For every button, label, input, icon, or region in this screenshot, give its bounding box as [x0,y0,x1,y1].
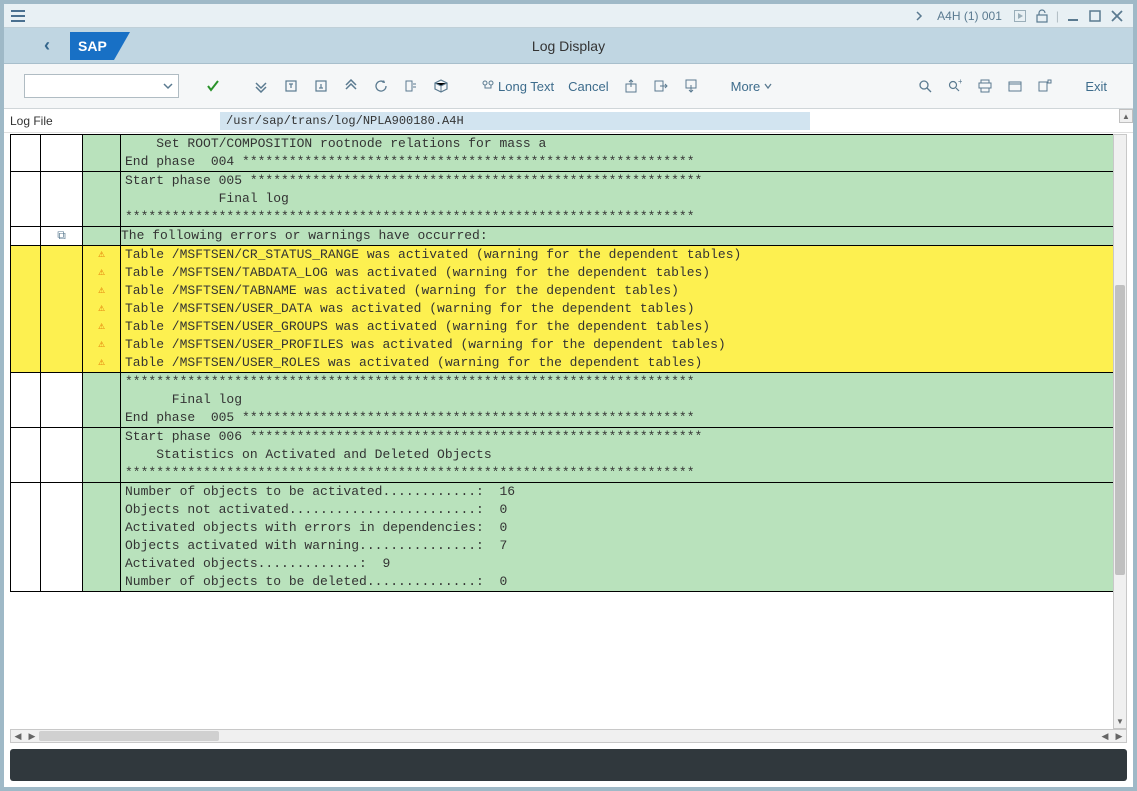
hscroll-thumb[interactable] [39,731,219,741]
log-line: End phase 005 **************************… [121,409,1114,427]
log-line: Activated objects with errors in depende… [121,519,1114,537]
long-text-label: Long Text [498,79,554,94]
svg-text:+: + [958,79,962,86]
lock-open-icon[interactable] [1034,8,1050,24]
horizontal-scrollbar[interactable]: ◀ ▶ ◀ ▶ [10,729,1127,743]
chevron-right-icon[interactable] [911,8,927,24]
minimize-icon[interactable] [1065,8,1081,24]
other-log-icon[interactable] [397,72,425,100]
log-file-value: /usr/sap/trans/log/NPLA900180.A4H [220,112,810,130]
collapse-toggle-icon[interactable]: ⧉ [57,229,66,243]
status-bar [10,749,1127,781]
log-block-start-phase-6: Start phase 006 ************************… [11,428,1115,483]
scroll-right-small-icon[interactable]: ▶ [25,731,39,742]
log-block-end-phase-5: ****************************************… [11,373,1115,428]
log-block-errors-warnings-header: ⧉ The following errors or warnings have … [11,227,1115,246]
log-line: Objects not activated...................… [121,501,1114,519]
export-right-icon[interactable] [647,72,675,100]
log-line: End phase 004 **************************… [121,153,1114,171]
vertical-scrollbar[interactable]: ▼ [1113,134,1127,729]
log-block-statistics: Number of objects to be activated.......… [11,483,1115,592]
refresh-icon[interactable] [367,72,395,100]
new-window-icon[interactable] [1001,72,1029,100]
log-line: The following errors or warnings have oc… [121,228,488,243]
exit-button[interactable]: Exit [1079,72,1113,100]
log-line: Set ROOT/COMPOSITION rootnode relations … [121,135,1114,153]
warning-icon: ⚠ [98,264,105,282]
log-line: Table /MSFTSEN/TABNAME was activated (wa… [121,282,1114,300]
package-icon[interactable] [427,72,455,100]
command-field[interactable] [24,74,179,98]
log-line: ****************************************… [121,464,1114,482]
log-block-warnings: ⚠ ⚠ ⚠ ⚠ ⚠ ⚠ ⚠ Table /MSFTSEN/CR_STATUS_R… [11,246,1115,373]
warning-icon: ⚠ [98,318,105,336]
log-line: Table /MSFTSEN/USER_PROFILES was activat… [121,336,1114,354]
log-line: Final log [121,190,1114,208]
svg-text:SAP: SAP [78,38,107,54]
warning-icon: ⚠ [98,354,105,372]
warning-icon: ⚠ [98,246,105,264]
long-text-button[interactable]: Long Text [475,72,560,100]
log-block-end-phase-4: Set ROOT/COMPOSITION rootnode relations … [11,135,1115,172]
maximize-icon[interactable] [1087,8,1103,24]
log-content-area[interactable]: Set ROOT/COMPOSITION rootnode relations … [10,134,1127,729]
log-line: Table /MSFTSEN/USER_GROUPS was activated… [121,318,1114,336]
log-line: Table /MSFTSEN/USER_ROLES was activated … [121,354,1114,372]
sap-logo-icon: SAP [70,32,130,60]
export-up-icon[interactable] [617,72,645,100]
collapse-all-icon[interactable] [337,72,365,100]
expand-node-icon[interactable] [307,72,335,100]
scroll-left-end-icon[interactable]: ◀ [1098,731,1112,742]
log-line: ****************************************… [121,208,1114,226]
log-file-label: Log File [10,114,220,128]
more-label: More [731,79,761,94]
check-accept-icon[interactable] [199,72,227,100]
more-button[interactable]: More [725,72,780,100]
log-line: Statistics on Activated and Deleted Obje… [121,446,1114,464]
exit-label: Exit [1085,79,1107,94]
expand-all-icon[interactable] [247,72,275,100]
log-block-start-phase-5: Start phase 005 ************************… [11,172,1115,227]
warning-icon: ⚠ [98,282,105,300]
separator: | [1056,9,1059,23]
log-line: Objects activated with warning..........… [121,537,1114,555]
log-line: Number of objects to be deleted.........… [121,573,1114,591]
back-button[interactable]: ‹ [44,35,50,56]
menu-hamburger-icon[interactable] [6,4,30,28]
system-id-label: A4H (1) 001 [933,9,1006,23]
log-line: Final log [121,391,1114,409]
search-icon[interactable] [911,72,939,100]
play-box-icon[interactable] [1012,8,1028,24]
log-line: Activated objects.............: 9 [121,555,1114,573]
log-line: Table /MSFTSEN/USER_DATA was activated (… [121,300,1114,318]
cancel-label: Cancel [568,79,608,94]
scroll-down-icon[interactable]: ▼ [1114,714,1126,728]
search-next-icon[interactable]: + [941,72,969,100]
log-line: Number of objects to be activated.......… [121,483,1114,501]
log-line: ****************************************… [121,373,1114,391]
page-title: Log Display [532,38,605,54]
collapse-node-icon[interactable] [277,72,305,100]
log-line: Start phase 005 ************************… [121,172,1114,190]
print-icon[interactable] [971,72,999,100]
log-line: Table /MSFTSEN/TABDATA_LOG was activated… [121,264,1114,282]
close-icon[interactable] [1109,8,1125,24]
scroll-top-icon[interactable]: ▲ [1119,109,1133,123]
log-line: Table /MSFTSEN/CR_STATUS_RANGE was activ… [121,246,1114,264]
warning-icon: ⚠ [98,300,105,318]
export-down-icon[interactable] [677,72,705,100]
scroll-left-icon[interactable]: ◀ [11,731,25,742]
scroll-right-end-icon[interactable]: ▶ [1112,731,1126,742]
scrollbar-thumb[interactable] [1115,285,1125,575]
log-line: Start phase 006 ************************… [121,428,1114,446]
minimize-panel-icon[interactable] [1031,72,1059,100]
cancel-button[interactable]: Cancel [562,72,614,100]
warning-icon: ⚠ [98,336,105,354]
